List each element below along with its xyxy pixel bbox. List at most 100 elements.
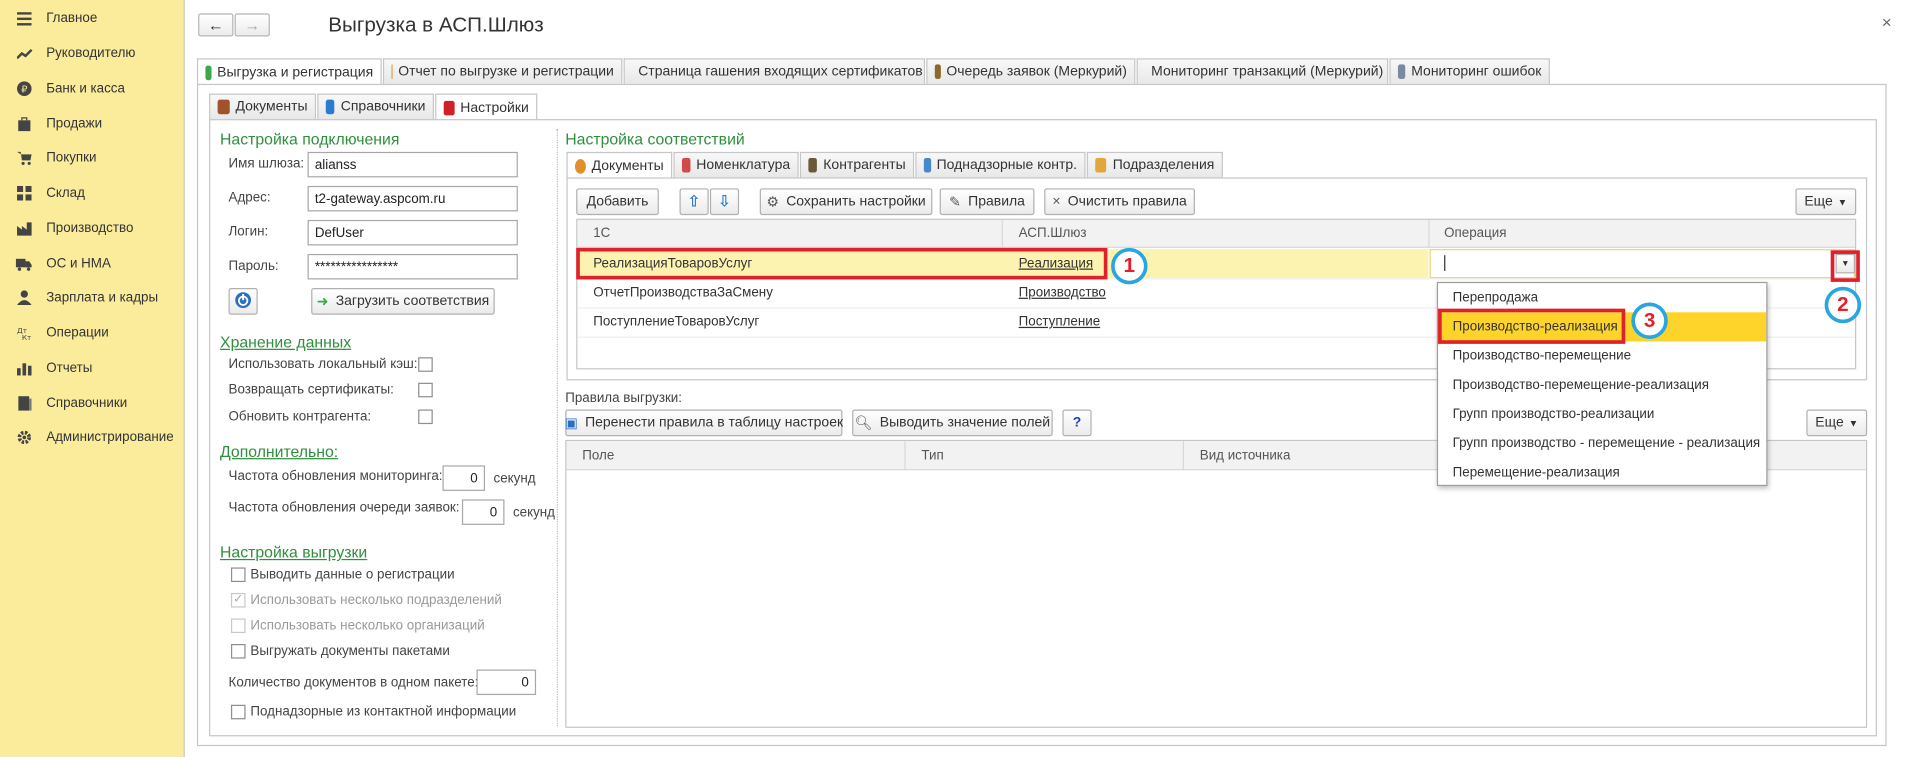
help-button[interactable]: ? xyxy=(1062,409,1092,437)
address-label: Адрес: xyxy=(228,190,271,206)
column-header-1c[interactable]: 1С xyxy=(593,226,610,241)
text-cursor xyxy=(1444,255,1446,271)
password-label: Пароль: xyxy=(228,258,279,274)
tab-mapping-documents[interactable]: Документы xyxy=(566,151,673,179)
forward-button[interactable]: → xyxy=(234,13,270,37)
dropdown-option[interactable]: Групп производство-реализации xyxy=(1438,400,1766,429)
sidebar-item-production[interactable]: Производство xyxy=(0,213,182,245)
sidebar-item-warehouse[interactable]: Склад xyxy=(0,177,182,209)
chevron-down-icon: ▼ xyxy=(1837,196,1848,208)
tab-mapping-divisions[interactable]: Подразделения xyxy=(1086,151,1223,178)
rules-button[interactable]: ✎ Правила xyxy=(939,188,1035,216)
save-settings-button[interactable]: ⚙ Сохранить настройки xyxy=(759,188,933,216)
sidebar-item-label: Зарплата и кадры xyxy=(46,290,159,305)
sidebar-item-label: Покупки xyxy=(46,150,97,166)
sidebar-item-salary[interactable]: Зарплата и кадры xyxy=(0,282,182,314)
supervised-contacts-checkbox[interactable] xyxy=(230,704,246,720)
connect-button[interactable] xyxy=(228,287,258,315)
tab-mapping-supervised[interactable]: Поднадзорные контр. xyxy=(915,151,1086,178)
tab-certificate-redemption[interactable]: Страница гашения входящих сертификатов xyxy=(623,58,926,84)
sidebar-item-manager[interactable]: Руководителю xyxy=(0,38,182,70)
svg-text:Кт: Кт xyxy=(21,333,31,340)
queue-frequency-input[interactable] xyxy=(461,499,505,525)
clear-rules-button[interactable]: × Очистить правила xyxy=(1044,188,1195,216)
row-gateway-value[interactable]: Производство xyxy=(1019,286,1106,301)
column-header-type[interactable]: Тип xyxy=(921,448,943,463)
sidebar-item-label: Продажи xyxy=(46,116,103,132)
dropdown-option[interactable]: Производство-перемещение-реализация xyxy=(1438,371,1766,400)
dropdown-option[interactable]: Перемещение-реализация xyxy=(1438,458,1766,487)
move-down-button[interactable]: ⇩ xyxy=(709,188,740,216)
return-certs-checkbox[interactable] xyxy=(418,382,433,398)
gateway-input[interactable] xyxy=(307,151,518,178)
sidebar-item-admin[interactable]: Администрирование xyxy=(0,422,182,454)
bar-chart-icon xyxy=(16,360,33,377)
login-label: Логин: xyxy=(228,224,269,240)
sidebar-item-assets[interactable]: ОС и НМА xyxy=(0,248,182,280)
tab-mapping-contractors[interactable]: Контрагенты xyxy=(799,151,915,178)
sidebar-item-main[interactable]: Главное xyxy=(0,2,182,34)
multi-divisions-checkbox[interactable]: ✓ xyxy=(230,592,246,608)
tab-settings[interactable]: Настройки xyxy=(435,93,538,121)
column-header-source[interactable]: Вид источника xyxy=(1200,448,1291,463)
move-up-button[interactable]: ⇧ xyxy=(679,188,709,216)
column-header-gateway[interactable]: АСП.Шлюз xyxy=(1019,226,1087,241)
storage-header: Хранение данных xyxy=(220,332,352,352)
add-button[interactable]: Добавить xyxy=(576,188,659,216)
operation-input[interactable] xyxy=(1429,249,1856,279)
sidebar-item-operations[interactable]: Дт Кт Операции xyxy=(0,317,182,349)
clear-icon: × xyxy=(1052,194,1061,209)
batch-export-label: Выгружать документы пакетами xyxy=(250,644,450,659)
transfer-rules-button[interactable]: ▣ Перенести правила в таблицу настроек xyxy=(565,409,843,437)
back-button[interactable]: ← xyxy=(198,13,234,37)
dropdown-option[interactable]: Групп производство - перемещение - реали… xyxy=(1438,429,1766,458)
tab-request-queue[interactable]: Очередь заявок (Меркурий) xyxy=(926,58,1136,84)
update-contractor-checkbox[interactable] xyxy=(418,409,433,425)
tab-error-monitoring[interactable]: Мониторинг ошибок xyxy=(1389,58,1550,84)
coin-icon: ₽ xyxy=(16,80,33,97)
tab-mapping-nomenclature[interactable]: Номенклатура xyxy=(673,151,799,178)
packet-size-input[interactable] xyxy=(476,669,537,696)
return-certs-label: Возвращать сертификаты: xyxy=(228,382,394,398)
section-divider xyxy=(556,128,558,727)
sidebar-item-label: ОС и НМА xyxy=(46,256,111,271)
mapping-table-header xyxy=(577,219,1856,248)
export-rules-more-button[interactable]: Еще ▼ xyxy=(1806,409,1868,437)
address-input[interactable] xyxy=(307,185,518,212)
show-fields-button[interactable]: 🔍︎ Выводить значение полей xyxy=(852,409,1053,437)
person-icon xyxy=(16,289,33,306)
trend-icon xyxy=(16,45,33,62)
close-icon[interactable]: × xyxy=(1882,12,1892,31)
row-gateway-value[interactable]: Поступление xyxy=(1019,315,1100,330)
annotation-highlight-dropdown xyxy=(1830,250,1860,282)
sidebar-item-reports[interactable]: Отчеты xyxy=(0,352,182,384)
tab-transaction-monitoring[interactable]: Мониторинг транзакций (Меркурий) xyxy=(1136,58,1389,84)
login-input[interactable] xyxy=(307,219,518,246)
supervised-contacts-label: Поднадзорные из контактной информации xyxy=(250,704,517,720)
gateway-label: Имя шлюза: xyxy=(228,156,305,172)
tab-export-registration[interactable]: Выгрузка и регистрация xyxy=(196,58,382,86)
monitor-frequency-input[interactable] xyxy=(442,465,486,491)
multi-orgs-checkbox[interactable] xyxy=(230,618,246,634)
batch-export-checkbox[interactable] xyxy=(230,644,246,659)
column-separator xyxy=(1182,441,1184,471)
report-icon xyxy=(391,64,393,79)
sidebar-item-bank[interactable]: ₽ Банк и касса xyxy=(0,73,182,105)
column-header-field[interactable]: Поле xyxy=(582,448,614,463)
load-mappings-button[interactable]: ➜ Загрузить соответствия xyxy=(311,287,495,315)
factory-icon xyxy=(16,220,33,237)
sidebar-item-directories[interactable]: Справочники xyxy=(0,388,182,420)
dropdown-option[interactable]: Производство-перемещение xyxy=(1438,341,1766,370)
show-registration-checkbox[interactable] xyxy=(230,567,246,583)
queue-icon xyxy=(934,64,941,79)
tab-export-report[interactable]: Отчет по выгрузке и регистрации xyxy=(382,58,623,84)
sidebar-item-sales[interactable]: Продажи xyxy=(0,108,182,140)
sidebar-item-purchases[interactable]: Покупки xyxy=(0,142,182,174)
more-button[interactable]: Еще ▼ xyxy=(1795,188,1857,216)
tab-directories[interactable]: Справочники xyxy=(317,93,434,120)
contractors-icon xyxy=(808,157,818,173)
column-header-operation[interactable]: Операция xyxy=(1444,226,1506,241)
password-input[interactable] xyxy=(307,253,518,280)
tab-documents[interactable]: Документы xyxy=(209,93,317,120)
local-cache-checkbox[interactable] xyxy=(418,357,433,372)
